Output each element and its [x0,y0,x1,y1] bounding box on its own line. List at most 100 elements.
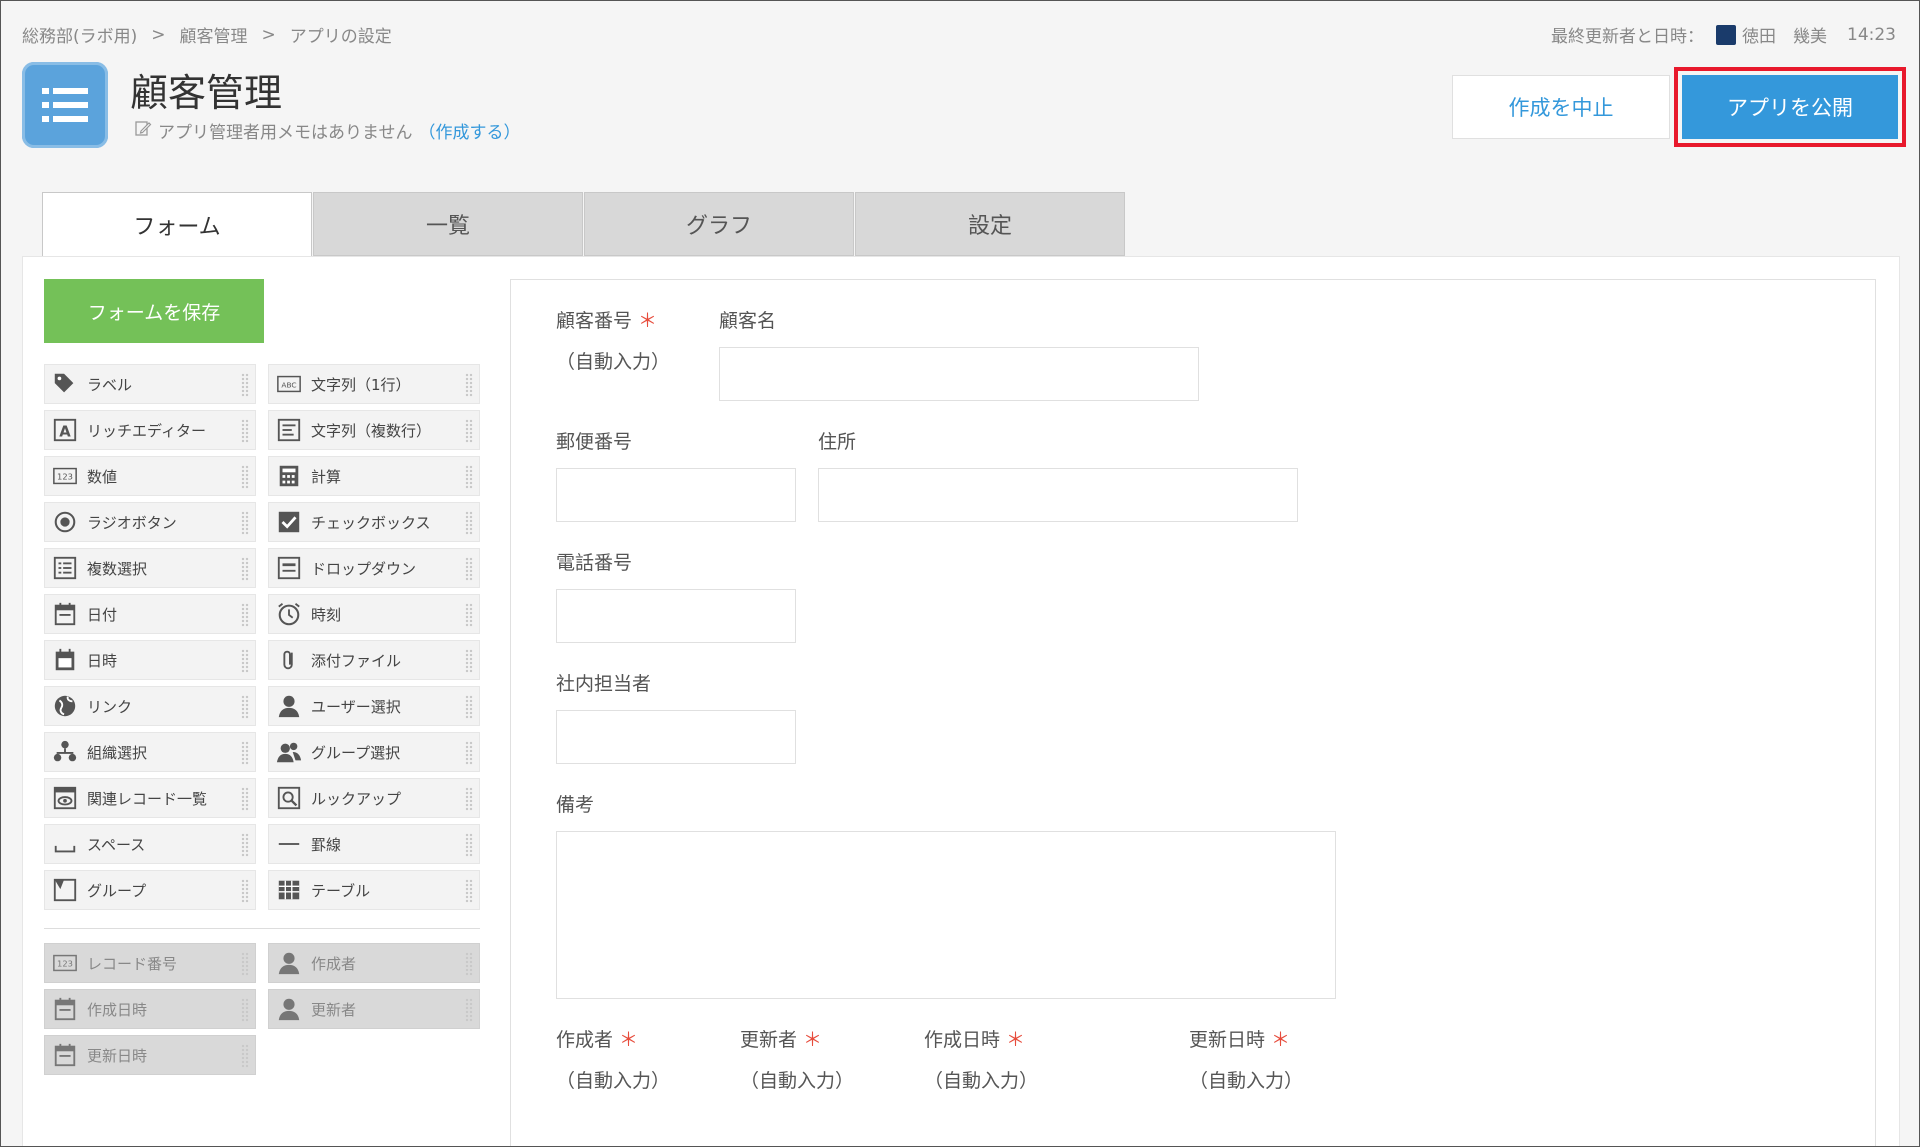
drag-handle-icon[interactable] [241,787,249,811]
drag-handle-icon[interactable] [241,465,249,489]
publish-app-button[interactable]: アプリを公開 [1682,75,1898,139]
palette-item[interactable]: リンク [44,686,256,726]
cancel-creation-button[interactable]: 作成を中止 [1452,75,1670,139]
user-icon [275,949,303,977]
field-label: 住所 [818,431,857,453]
drag-handle-icon[interactable] [241,419,249,443]
breadcrumb-separator: > [151,24,166,45]
palette-item[interactable]: ABC 文字列（1行） [268,364,480,404]
field-label: 更新日時 [1189,1029,1266,1051]
drag-handle-icon[interactable] [241,1044,249,1068]
postal-code-field[interactable] [556,468,796,522]
customer-name-field[interactable] [719,347,1199,401]
palette-item[interactable]: 計算 [268,456,480,496]
system-field-item[interactable]: 更新者 [268,989,480,1029]
field-updated-at[interactable]: 更新日時＊ [1189,1025,1290,1052]
palette-item[interactable]: 123 数値 [44,456,256,496]
palette-item[interactable]: ラベル [44,364,256,404]
palette-item[interactable]: ドロップダウン [268,548,480,588]
palette-item[interactable]: 複数選択 [44,548,256,588]
globe-icon [51,692,79,720]
drag-handle-icon[interactable] [465,833,473,857]
breadcrumb-item-settings: アプリの設定 [289,27,392,47]
drag-handle-icon[interactable] [241,511,249,535]
palette-item-label: リッチエディター [87,421,206,440]
palette-item[interactable]: テーブル [268,870,480,910]
drag-handle-icon[interactable] [465,879,473,903]
drag-handle-icon[interactable] [465,952,473,976]
palette-item[interactable]: 罫線 [268,824,480,864]
drag-handle-icon[interactable] [465,465,473,489]
drag-handle-icon[interactable] [465,695,473,719]
form-canvas[interactable]: 顧客番号＊ （自動入力） 顧客名 郵便番号 住所 電話番号 社内担当者 備考 作… [510,279,1876,1147]
tab-list[interactable]: 一覧 [313,192,583,256]
datetime-icon [51,646,79,674]
palette-item[interactable]: グループ [44,870,256,910]
field-updated-by[interactable]: 更新者＊ [740,1025,822,1052]
palette-item[interactable]: 日付 [44,594,256,634]
palette-item[interactable]: チェックボックス [268,502,480,542]
palette-item[interactable]: 日時 [44,640,256,680]
breadcrumb-item-department[interactable]: 総務部(ラボ用) [22,22,137,47]
drag-handle-icon[interactable] [465,557,473,581]
palette-item[interactable]: A リッチエディター [44,410,256,450]
palette-item[interactable]: ユーザー選択 [268,686,480,726]
palette-item[interactable]: 関連レコード一覧 [44,778,256,818]
staff-user-field[interactable] [556,710,796,764]
palette-item[interactable]: スペース [44,824,256,864]
last-updated-time: 14:23 [1847,24,1896,45]
field-label: 顧客名 [719,310,777,332]
field-created-by[interactable]: 作成者＊ [556,1025,638,1052]
tab-settings[interactable]: 設定 [855,192,1125,256]
tab-form[interactable]: フォーム [42,192,312,258]
drag-handle-icon[interactable] [465,787,473,811]
user-icon [275,995,303,1023]
system-field-item[interactable]: 作成日時 [44,989,256,1029]
drag-handle-icon[interactable] [241,998,249,1022]
multiline-icon [275,416,303,444]
palette-item[interactable]: 時刻 [268,594,480,634]
drag-handle-icon[interactable] [465,998,473,1022]
drag-handle-icon[interactable] [465,649,473,673]
palette-item-label: ルックアップ [311,789,402,808]
drag-handle-icon[interactable] [241,879,249,903]
drag-handle-icon[interactable] [241,373,249,397]
drag-handle-icon[interactable] [241,557,249,581]
palette-item[interactable]: 添付ファイル [268,640,480,680]
related-records-icon [51,784,79,812]
field-customer-number[interactable]: 顧客番号＊ [556,306,657,333]
breadcrumb-separator: > [261,24,276,45]
drag-handle-icon[interactable] [241,952,249,976]
app-list-icon [22,62,108,148]
palette-item[interactable]: ラジオボタン [44,502,256,542]
number-icon: 123 [51,462,79,490]
drag-handle-icon[interactable] [465,419,473,443]
palette-item[interactable]: グループ選択 [268,732,480,772]
drag-handle-icon[interactable] [241,649,249,673]
palette-item[interactable]: 文字列（複数行） [268,410,480,450]
drag-handle-icon[interactable] [241,833,249,857]
drag-handle-icon[interactable] [241,603,249,627]
drag-handle-icon[interactable] [465,741,473,765]
tab-graph[interactable]: グラフ [584,192,854,256]
create-memo-link[interactable]: （作成する） [419,118,521,143]
phone-field[interactable] [556,589,796,643]
address-field[interactable] [818,468,1298,522]
drag-handle-icon[interactable] [465,511,473,535]
drag-handle-icon[interactable] [241,695,249,719]
notes-textarea[interactable] [556,831,1336,999]
palette-item[interactable]: 組織選択 [44,732,256,772]
drag-handle-icon[interactable] [465,373,473,397]
palette-item[interactable]: ルックアップ [268,778,480,818]
palette-item-label: チェックボックス [311,513,431,532]
system-field-item[interactable]: 更新日時 [44,1035,256,1075]
breadcrumb-item-app[interactable]: 顧客管理 [180,22,248,47]
drag-handle-icon[interactable] [241,741,249,765]
last-updated-user[interactable]: 徳田 幾美 [1742,22,1827,47]
drag-handle-icon[interactable] [465,603,473,627]
palette-item-label: レコード番号 [87,954,178,973]
system-field-item[interactable]: 作成者 [268,943,480,983]
field-created-at[interactable]: 作成日時＊ [924,1025,1025,1052]
save-form-button[interactable]: フォームを保存 [44,279,264,343]
system-field-item[interactable]: 123 レコード番号 [44,943,256,983]
